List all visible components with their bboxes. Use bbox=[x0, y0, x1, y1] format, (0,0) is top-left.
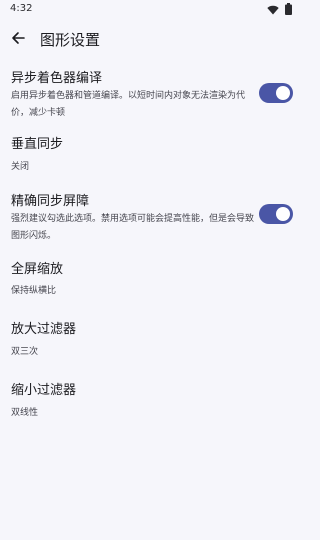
status-icons bbox=[267, 2, 292, 15]
app-bar: 图形设置 bbox=[0, 22, 300, 56]
setting-vsync[interactable]: 垂直同步 关闭 bbox=[0, 124, 300, 184]
setting-title: 全屏缩放 bbox=[11, 262, 64, 277]
setting-title: 缩小过滤器 bbox=[11, 383, 77, 398]
toggle-thumb bbox=[276, 86, 290, 100]
setting-title: 精确同步屏障 bbox=[11, 194, 90, 209]
setting-title: 异步着色器编译 bbox=[11, 71, 103, 86]
toggle-thumb bbox=[276, 207, 290, 221]
status-time: 4:32 bbox=[10, 3, 33, 14]
setting-summary: 关闭 bbox=[11, 162, 30, 172]
wifi-icon bbox=[267, 0, 279, 19]
setting-summary: 强烈建议勾选此选项。禁用选项可能会提高性能，但是会导致图形闪烁。 bbox=[11, 214, 255, 241]
arrow-back-icon bbox=[11, 30, 25, 49]
setting-title: 垂直同步 bbox=[11, 137, 64, 152]
setting-summary: 双线性 bbox=[11, 408, 39, 418]
back-button[interactable] bbox=[6, 27, 30, 51]
status-bar: 4:32 bbox=[0, 0, 300, 18]
battery-icon bbox=[285, 0, 292, 19]
setting-fullscreen-scaling[interactable]: 全屏缩放 保持纵横比 bbox=[0, 250, 300, 312]
setting-async-shader-compilation[interactable]: 异步着色器编译 启用异步着色器和管道编译。以短时间内对象无法渲染为代价，减少卡顿 bbox=[0, 60, 300, 124]
setting-summary: 双三次 bbox=[11, 347, 39, 357]
setting-title: 放大过滤器 bbox=[11, 322, 77, 337]
setting-accurate-sync-barrier[interactable]: 精确同步屏障 强烈建议勾选此选项。禁用选项可能会提高性能，但是会导致图形闪烁。 bbox=[0, 184, 300, 250]
accurate-sync-barrier-toggle[interactable] bbox=[259, 204, 293, 224]
async-shader-toggle[interactable] bbox=[259, 83, 293, 103]
setting-summary: 启用异步着色器和管道编译。以短时间内对象无法渲染为代价，减少卡顿 bbox=[11, 91, 246, 118]
setting-downscaling-filter[interactable]: 缩小过滤器 双线性 bbox=[0, 374, 300, 436]
setting-summary: 保持纵横比 bbox=[11, 286, 57, 296]
page-title: 图形设置 bbox=[40, 31, 101, 49]
setting-upscaling-filter[interactable]: 放大过滤器 双三次 bbox=[0, 312, 300, 374]
